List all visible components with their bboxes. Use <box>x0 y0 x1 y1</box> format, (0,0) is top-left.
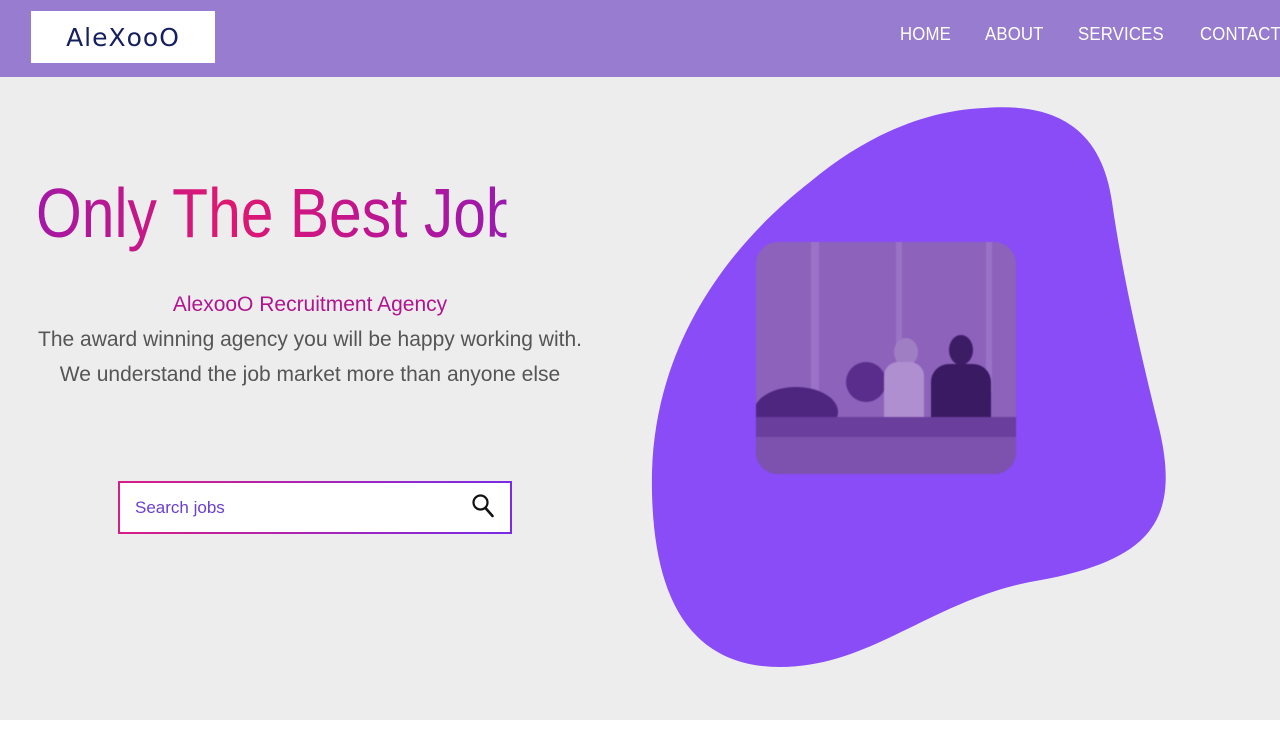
tagline-line-1: The award winning agency you will be hap… <box>38 328 582 351</box>
search-icon <box>472 494 494 518</box>
search-button[interactable] <box>470 493 496 521</box>
meeting-scene-image <box>756 242 1016 474</box>
search-bar-inner <box>120 483 510 532</box>
nav-contact-link[interactable]: CONTACT <box>1200 24 1280 45</box>
nav-services-link[interactable]: SERVICES <box>1078 24 1164 45</box>
logo: AleXooO <box>66 22 180 52</box>
hero-section: Only The Best Jobs AlexooO Recruitment A… <box>0 77 1280 720</box>
page-bottom-strip <box>0 720 1280 753</box>
agency-name: AlexooO Recruitment Agency <box>172 293 448 316</box>
nav-home-link[interactable]: HOME <box>900 24 951 45</box>
logo-link[interactable]: AleXooO <box>31 11 215 63</box>
search-bar <box>118 481 512 534</box>
top-navbar: AleXooO HOME ABOUT SERVICES CONTACT <box>0 0 1280 77</box>
search-input[interactable] <box>120 483 450 532</box>
team-meeting-photo <box>756 242 1016 474</box>
nav-about-link[interactable]: ABOUT <box>985 24 1044 45</box>
main-nav: HOME ABOUT SERVICES CONTACT <box>900 24 1280 45</box>
tagline-line-2: We understand the job market more than a… <box>59 363 561 386</box>
hero-headline: Only The Best Jobs <box>36 171 548 255</box>
